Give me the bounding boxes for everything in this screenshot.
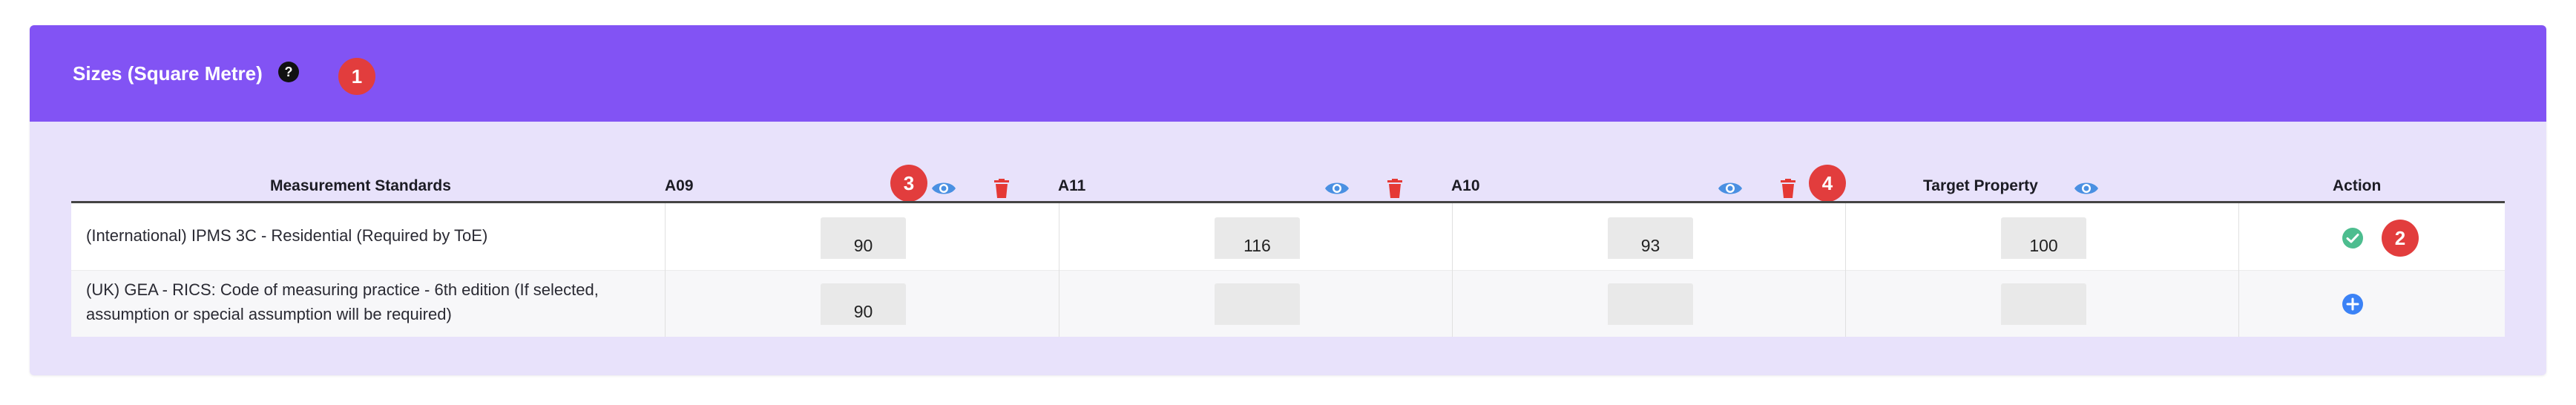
column-divider xyxy=(1452,203,1453,337)
a11-value-input[interactable] xyxy=(1215,283,1300,325)
trash-icon-a09[interactable] xyxy=(987,174,1016,203)
a10-value-input[interactable] xyxy=(1608,283,1693,325)
step-badge-2: 2 xyxy=(2382,220,2419,257)
standard-label: (UK) GEA - RICS: Code of measuring pract… xyxy=(86,280,599,323)
eye-icon-a09[interactable] xyxy=(929,174,959,203)
standard-label: (International) IPMS 3C - Residential (R… xyxy=(86,226,488,245)
column-header-a09: A09 xyxy=(665,177,694,194)
question-circle-icon[interactable]: ? xyxy=(277,61,300,83)
eye-icon-a11[interactable] xyxy=(1322,174,1352,203)
column-header-a10: A10 xyxy=(1451,177,1480,194)
panel-title: Sizes (Square Metre) xyxy=(73,62,263,85)
step-badge-1: 1 xyxy=(338,58,375,95)
panel-header: Sizes (Square Metre) ? 1 xyxy=(30,25,2546,122)
a09-value-input[interactable] xyxy=(821,217,906,259)
column-divider xyxy=(665,203,666,337)
column-divider xyxy=(2238,203,2239,337)
a09-value-input[interactable] xyxy=(821,283,906,325)
a10-value-input[interactable] xyxy=(1608,217,1693,259)
column-header-action: Action xyxy=(2333,177,2382,194)
trash-icon-a11[interactable] xyxy=(1380,174,1410,203)
column-header-target: Target Property xyxy=(1923,177,2038,194)
step-badge-4: 4 xyxy=(1809,165,1846,202)
target-value-input[interactable] xyxy=(2001,217,2086,259)
sizes-panel: Sizes (Square Metre) ? 1 Measurement Sta… xyxy=(30,25,2546,375)
column-divider xyxy=(1845,203,1846,337)
svg-text:?: ? xyxy=(285,65,293,79)
trash-icon-a10[interactable] xyxy=(1773,174,1803,203)
eye-icon-a10[interactable] xyxy=(1715,174,1745,203)
column-header-a11: A11 xyxy=(1058,177,1086,194)
table-row: (International) IPMS 3C - Residential (R… xyxy=(71,203,2505,271)
eye-icon-target[interactable] xyxy=(2071,174,2101,203)
check-circle-icon[interactable] xyxy=(2342,227,2364,249)
a11-value-input[interactable] xyxy=(1215,217,1300,259)
plus-circle-icon[interactable] xyxy=(2342,293,2364,315)
step-badge-3: 3 xyxy=(890,165,927,202)
sizes-table: (International) IPMS 3C - Residential (R… xyxy=(71,201,2505,337)
target-value-input[interactable] xyxy=(2001,283,2086,325)
table-row: (UK) GEA - RICS: Code of measuring pract… xyxy=(71,271,2505,337)
column-header-standards: Measurement Standards xyxy=(270,177,451,194)
